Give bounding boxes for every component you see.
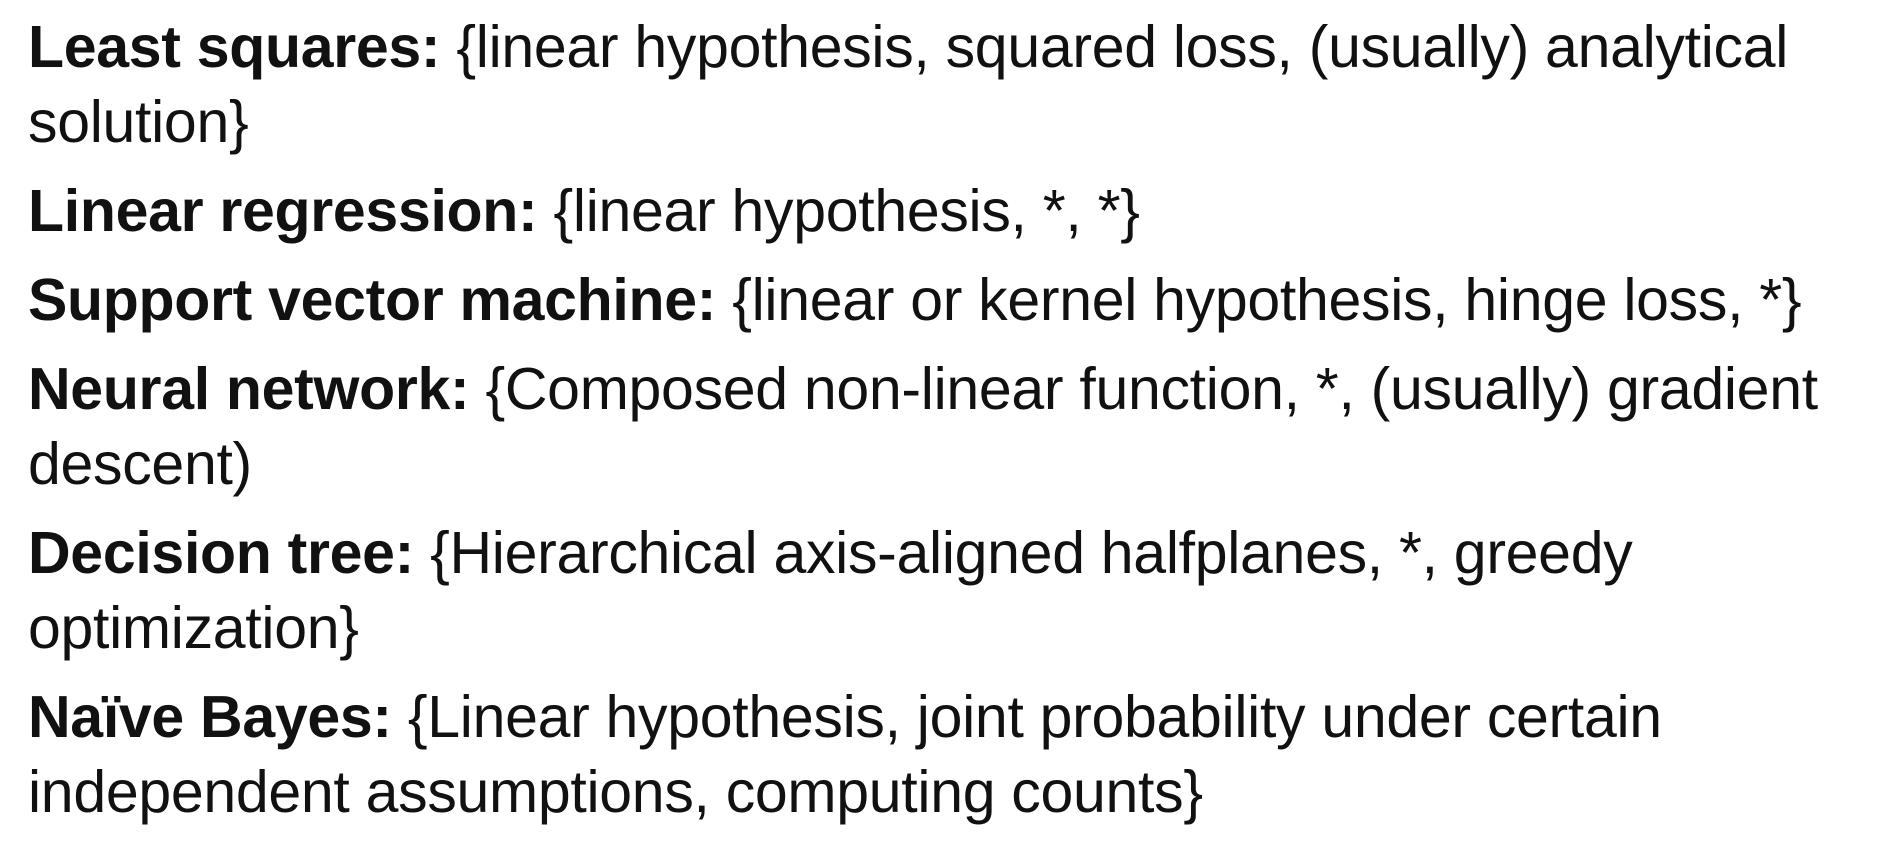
entry-decision-tree: Decision tree: {Hierarchical axis-aligne… (28, 516, 1878, 666)
entry-term: Decision tree: (28, 520, 414, 586)
entry-least-squares: Least squares: {linear hypothesis, squar… (28, 10, 1878, 160)
entry-naive-bayes: Naïve Bayes: {Linear hypothesis, joint p… (28, 680, 1878, 830)
model-summary-list: Least squares: {linear hypothesis, squar… (28, 10, 1878, 844)
entry-term: Naïve Bayes: (28, 684, 392, 750)
entry-term: Least squares: (28, 14, 441, 80)
entry-neural-network: Neural network: {Composed non-linear fun… (28, 352, 1878, 502)
entry-term: Linear regression: (28, 178, 538, 244)
entry-term: Neural network: (28, 356, 470, 422)
entry-description: {linear hypothesis, *, *} (553, 178, 1140, 244)
entry-support-vector-machine: Support vector machine: {linear or kerne… (28, 263, 1878, 338)
entry-description: {linear or kernel hypothesis, hinge loss… (732, 267, 1802, 333)
entry-term: Support vector machine: (28, 267, 717, 333)
entry-linear-regression: Linear regression: {linear hypothesis, *… (28, 174, 1878, 249)
